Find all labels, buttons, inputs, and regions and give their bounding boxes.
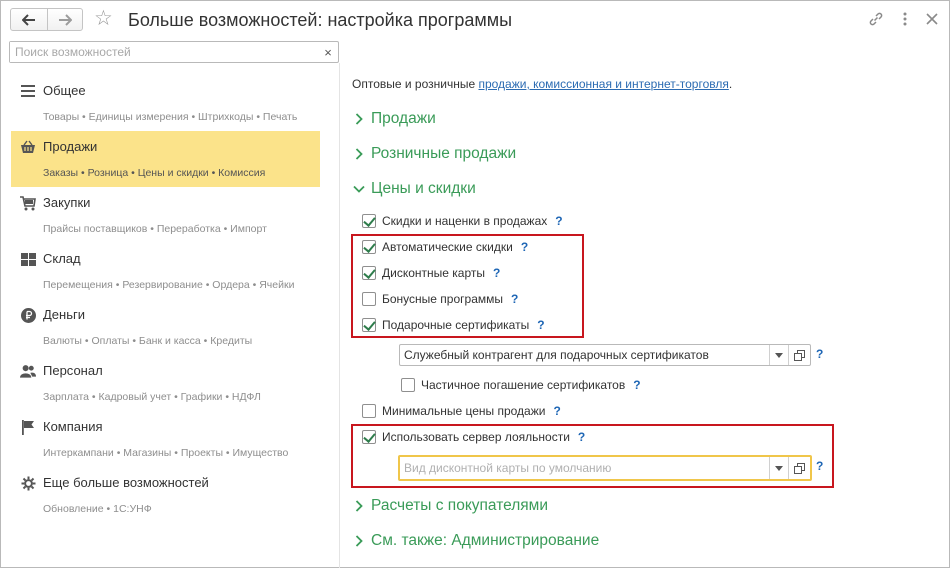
search-box: × bbox=[9, 41, 339, 63]
sidebar-item-general[interactable]: Общее Товары • Единицы измерения • Штрих… bbox=[11, 75, 320, 131]
group-label: См. также: Администрирование bbox=[371, 532, 600, 549]
group-retail[interactable]: Розничные продажи bbox=[352, 144, 516, 164]
arrow-right-icon bbox=[58, 13, 72, 26]
checkbox-min-prices[interactable]: Минимальные цены продажи ? bbox=[362, 402, 561, 420]
chevron-down-icon bbox=[352, 182, 366, 196]
checkbox-box[interactable] bbox=[362, 404, 376, 418]
sidebar-item-label: Еще больше возможностей bbox=[43, 475, 209, 490]
page-title: Больше возможностей: настройка программы bbox=[128, 10, 513, 30]
nav-buttons bbox=[10, 8, 83, 31]
favorite-star-icon[interactable]: ☆ bbox=[94, 7, 113, 31]
back-button[interactable] bbox=[11, 9, 47, 30]
sidebar-item-links[interactable]: Прайсы поставщиков • Переработка • Импор… bbox=[43, 223, 267, 235]
sidebar-item-links[interactable]: Валюты • Оплаты • Банк и касса • Кредиты bbox=[43, 335, 252, 347]
checkbox-label: Частичное погашение сертификатов bbox=[421, 378, 626, 392]
sidebar-item-label: Компания bbox=[43, 419, 103, 434]
open-button[interactable] bbox=[788, 345, 810, 365]
sidebar-item-purchases[interactable]: Закупки Прайсы поставщиков • Переработка… bbox=[11, 187, 320, 243]
group-prices[interactable]: Цены и скидки bbox=[352, 179, 476, 199]
clear-search-button[interactable]: × bbox=[318, 42, 338, 62]
close-icon[interactable] bbox=[923, 10, 941, 28]
sidebar-item-links[interactable]: Зарплата • Кадровый учет • Графики • НДФ… bbox=[43, 391, 261, 403]
sidebar-item-label: Продажи bbox=[43, 139, 98, 154]
sidebar-item-label: Закупки bbox=[43, 195, 91, 210]
help-icon[interactable]: ? bbox=[555, 214, 562, 228]
help-icon[interactable]: ? bbox=[816, 347, 823, 361]
forward-button[interactable] bbox=[46, 9, 83, 30]
chevron-right-icon bbox=[352, 499, 366, 513]
settings-window: ☆ Больше возможностей: настройка програм… bbox=[0, 0, 950, 568]
list-icon bbox=[20, 83, 36, 99]
grid-icon bbox=[20, 251, 36, 267]
service-counterparty-field[interactable]: Служебный контрагент для подарочных серт… bbox=[399, 344, 811, 366]
chevron-right-icon bbox=[352, 147, 366, 161]
highlight-frame bbox=[351, 424, 834, 488]
field-value[interactable]: Служебный контрагент для подарочных серт… bbox=[400, 345, 769, 365]
search-input[interactable] bbox=[10, 42, 318, 62]
sections-sidebar: Общее Товары • Единицы измерения • Штрих… bbox=[11, 75, 320, 523]
cart-icon bbox=[20, 195, 36, 211]
pane-divider bbox=[339, 63, 340, 568]
sidebar-item-label: Деньги bbox=[43, 307, 85, 322]
checkbox-box[interactable] bbox=[362, 214, 376, 228]
sidebar-item-sales[interactable]: Продажи Заказы • Розница • Цены и скидки… bbox=[11, 131, 320, 187]
sidebar-item-money[interactable]: Деньги Валюты • Оплаты • Банк и касса • … bbox=[11, 299, 320, 355]
checkbox-label: Скидки и наценки в продажах bbox=[382, 214, 548, 228]
sidebar-item-label: Персонал bbox=[43, 363, 103, 378]
dropdown-button[interactable] bbox=[769, 345, 788, 365]
arrow-left-icon bbox=[21, 13, 35, 26]
group-label: Цены и скидки bbox=[371, 180, 476, 197]
title-bar: ☆ Больше возможностей: настройка програм… bbox=[1, 1, 949, 39]
chevron-right-icon bbox=[352, 534, 366, 548]
sidebar-item-personnel[interactable]: Персонал Зарплата • Кадровый учет • Граф… bbox=[11, 355, 320, 411]
sidebar-item-links[interactable]: Товары • Единицы измерения • Штрихкоды •… bbox=[43, 111, 297, 123]
intro-link[interactable]: продажи, комиссионная и интернет-торговл… bbox=[478, 77, 728, 91]
open-window-icon bbox=[794, 349, 805, 361]
sidebar-item-label: Склад bbox=[43, 251, 81, 266]
sidebar-item-company[interactable]: Компания Интеркампани • Магазины • Проек… bbox=[11, 411, 320, 467]
group-sales[interactable]: Продажи bbox=[352, 109, 436, 129]
sidebar-item-links[interactable]: Заказы • Розница • Цены и скидки • Комис… bbox=[43, 167, 265, 179]
sidebar-item-warehouse[interactable]: Склад Перемещения • Резервирование • Орд… bbox=[11, 243, 320, 299]
highlight-frame bbox=[351, 234, 584, 338]
chevron-right-icon bbox=[352, 112, 366, 126]
group-label: Расчеты с покупателями bbox=[371, 497, 548, 514]
intro-prefix: Оптовые и розничные bbox=[352, 77, 479, 91]
sidebar-item-more-features[interactable]: Еще больше возможностей Обновление • 1С:… bbox=[11, 467, 320, 523]
basket-icon bbox=[20, 139, 36, 155]
link-icon[interactable] bbox=[867, 10, 885, 28]
sidebar-item-links[interactable]: Обновление • 1С:УНФ bbox=[43, 503, 152, 515]
gear-icon bbox=[20, 475, 36, 491]
help-icon[interactable]: ? bbox=[553, 404, 560, 418]
checkbox-partial-redemption[interactable]: Частичное погашение сертификатов ? bbox=[401, 376, 641, 394]
flag-icon bbox=[20, 419, 36, 435]
more-menu-icon[interactable] bbox=[896, 10, 914, 28]
checkbox-discounts-in-sales[interactable]: Скидки и наценки в продажах ? bbox=[362, 212, 563, 230]
sidebar-item-label: Общее bbox=[43, 83, 86, 98]
sidebar-item-links[interactable]: Интеркампани • Магазины • Проекты • Имущ… bbox=[43, 447, 288, 459]
group-label: Розничные продажи bbox=[371, 145, 517, 162]
checkbox-box[interactable] bbox=[401, 378, 415, 392]
checkbox-label: Минимальные цены продажи bbox=[382, 404, 546, 418]
dropdown-arrow-icon bbox=[775, 352, 783, 358]
intro-suffix: . bbox=[728, 77, 733, 91]
ruble-icon bbox=[20, 307, 36, 323]
group-settlements[interactable]: Расчеты с покупателями bbox=[352, 496, 548, 516]
intro-text: Оптовые и розничные продажи, комиссионна… bbox=[352, 77, 732, 91]
people-icon bbox=[20, 363, 36, 379]
group-label: Продажи bbox=[371, 110, 436, 127]
group-see-also[interactable]: См. также: Администрирование bbox=[352, 531, 599, 551]
sidebar-item-links[interactable]: Перемещения • Резервирование • Ордера • … bbox=[43, 279, 294, 291]
help-icon[interactable]: ? bbox=[633, 378, 640, 392]
